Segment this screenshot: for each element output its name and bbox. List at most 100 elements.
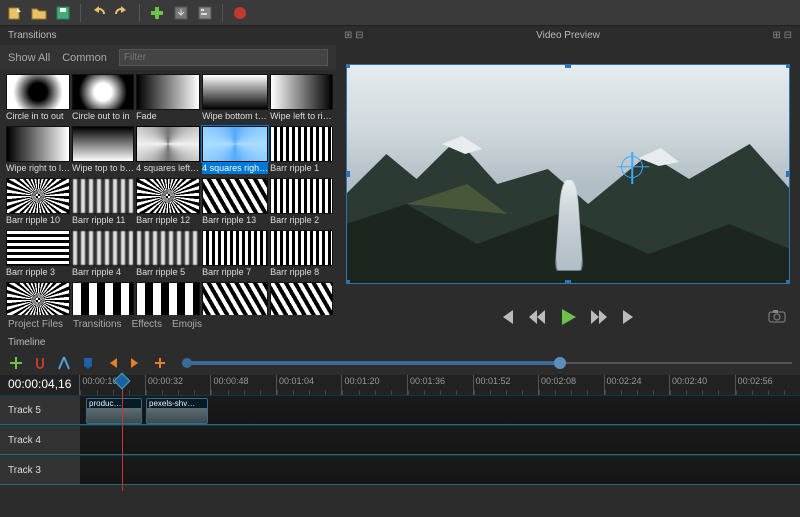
prev-marker-icon[interactable] <box>104 355 120 371</box>
transition-label: Barr ripple 7 <box>202 266 268 278</box>
transition-thumb <box>6 282 70 315</box>
ruler-cell[interactable]: 00:00:48 <box>210 375 276 395</box>
transition-label: Wipe right to l… <box>6 162 70 174</box>
ruler-time: 00:00:16 <box>80 375 145 387</box>
timeline-clip[interactable]: produc… <box>86 398 142 424</box>
ruler-cell[interactable]: 00:01:20 <box>341 375 407 395</box>
transition-item[interactable]: Barr ripple 10 <box>6 178 70 226</box>
transition-item[interactable]: Barr ripple 7 <box>202 230 268 278</box>
transition-label: Barr ripple 8 <box>270 266 333 278</box>
record-icon[interactable] <box>231 4 249 22</box>
track-header[interactable]: Track 4 <box>0 426 80 454</box>
next-marker-icon[interactable] <box>128 355 144 371</box>
ruler-cell[interactable]: 00:01:36 <box>407 375 473 395</box>
ruler-cell[interactable]: 00:02:40 <box>669 375 735 395</box>
track-body[interactable] <box>80 456 800 484</box>
snapshot-icon[interactable] <box>768 309 786 326</box>
transition-item[interactable]: Big cross left … <box>270 282 333 315</box>
fast-forward-icon[interactable] <box>591 310 607 324</box>
center-playhead-icon[interactable] <box>152 355 168 371</box>
ruler-time: 00:02:40 <box>670 375 735 387</box>
transition-item[interactable]: Wipe right to l… <box>6 126 70 174</box>
filter-input[interactable] <box>119 49 328 66</box>
panel-menu-icon[interactable]: ⊞ ⊟ <box>772 30 792 41</box>
marker-icon[interactable] <box>80 355 96 371</box>
transition-item[interactable]: Barr ripple 5 <box>136 230 200 278</box>
transition-item[interactable]: Circle out to in <box>72 74 134 122</box>
transition-label: Wipe left to ri… <box>270 110 333 122</box>
transition-item[interactable]: Big barr <box>72 282 134 315</box>
transition-item[interactable]: Barr ripple 13 <box>202 178 268 226</box>
transition-thumb <box>270 178 333 214</box>
transition-item[interactable]: Fade <box>136 74 200 122</box>
undo-icon[interactable] <box>89 4 107 22</box>
properties-icon[interactable] <box>196 4 214 22</box>
timeline-area: 00:00:04,16 00:00:1600:00:3200:00:4800:0… <box>0 375 800 485</box>
transition-item[interactable]: Big barr shaki… <box>202 282 268 315</box>
transition-item[interactable]: 4 squares left… <box>136 126 200 174</box>
transition-label: Barr ripple 11 <box>72 214 134 226</box>
skip-start-icon[interactable] <box>499 310 515 324</box>
ruler-time: 00:01:36 <box>408 375 473 387</box>
rewind-icon[interactable] <box>529 310 545 324</box>
transition-label: Barr ripple 13 <box>202 214 268 226</box>
transition-thumb <box>136 126 200 162</box>
tab-project-files[interactable]: Project Files <box>8 319 63 330</box>
ruler-cell[interactable]: 00:01:52 <box>473 375 539 395</box>
ruler-cell[interactable]: 00:02:56 <box>735 375 800 395</box>
common-link[interactable]: Common <box>62 52 107 64</box>
import-icon[interactable] <box>172 4 190 22</box>
transition-thumb <box>136 282 200 315</box>
transition-item[interactable]: Wipe left to ri… <box>270 74 333 122</box>
track-header[interactable]: Track 3 <box>0 456 80 484</box>
track-body[interactable]: produc…pexels-shv… <box>80 396 800 424</box>
timeline-clip[interactable]: pexels-shv… <box>146 398 208 424</box>
snap-icon[interactable] <box>32 355 48 371</box>
track-header[interactable]: Track 5 <box>0 396 80 424</box>
track-body[interactable] <box>80 426 800 454</box>
tab-transitions[interactable]: Transitions <box>73 319 122 330</box>
video-preview-title: Video Preview <box>536 30 600 41</box>
razor-icon[interactable] <box>56 355 72 371</box>
ruler-cell[interactable]: 00:00:32 <box>145 375 211 395</box>
transition-item[interactable]: Barr ripple 3 <box>6 230 70 278</box>
transition-item[interactable]: Barr ripple 12 <box>136 178 200 226</box>
ruler-cell[interactable]: 00:00:16 <box>79 375 145 395</box>
transition-item[interactable]: Wipe bottom t… <box>202 74 268 122</box>
ruler-cell[interactable]: 00:02:24 <box>604 375 670 395</box>
timeline-ruler[interactable]: 00:00:04,16 00:00:1600:00:3200:00:4800:0… <box>0 375 800 395</box>
tab-effects[interactable]: Effects <box>132 319 162 330</box>
timeline-title: Timeline <box>0 334 800 351</box>
transform-reticle-icon[interactable] <box>621 156 643 178</box>
ruler-cell[interactable]: 00:02:08 <box>538 375 604 395</box>
add-track-icon[interactable] <box>8 355 24 371</box>
transition-thumb <box>270 126 333 162</box>
transition-item[interactable]: Big barr shaki… <box>136 282 200 315</box>
new-project-icon[interactable] <box>6 4 24 22</box>
transition-label: Barr ripple 3 <box>6 266 70 278</box>
ruler-cell[interactable]: 00:01:04 <box>276 375 342 395</box>
transitions-grid: Circle in to outCircle out to inFadeWipe… <box>0 70 336 315</box>
transition-item[interactable]: Barr ripple 1 <box>270 126 333 174</box>
add-icon[interactable] <box>148 4 166 22</box>
transition-item[interactable]: Barr ripple 4 <box>72 230 134 278</box>
transition-item[interactable]: Barr ripple 2 <box>270 178 333 226</box>
open-project-icon[interactable] <box>30 4 48 22</box>
transition-item[interactable]: Circle in to out <box>6 74 70 122</box>
transition-item[interactable]: Barr ripple 9 <box>6 282 70 315</box>
transition-item[interactable]: Barr ripple 8 <box>270 230 333 278</box>
tab-emojis[interactable]: Emojis <box>172 319 202 330</box>
preview-canvas[interactable] <box>346 64 790 284</box>
show-all-link[interactable]: Show All <box>8 52 50 64</box>
transition-item[interactable]: Barr ripple 11 <box>72 178 134 226</box>
transition-thumb <box>72 230 134 266</box>
panel-dock-icon[interactable]: ⊞ ⊟ <box>344 30 364 41</box>
save-project-icon[interactable] <box>54 4 72 22</box>
transition-item[interactable]: 4 squares righ… <box>202 126 268 174</box>
skip-end-icon[interactable] <box>621 310 637 324</box>
zoom-slider[interactable] <box>182 358 792 368</box>
transition-item[interactable]: Wipe top to b… <box>72 126 134 174</box>
play-icon[interactable] <box>559 308 577 326</box>
redo-icon[interactable] <box>113 4 131 22</box>
transition-label: 4 squares righ… <box>202 162 268 174</box>
